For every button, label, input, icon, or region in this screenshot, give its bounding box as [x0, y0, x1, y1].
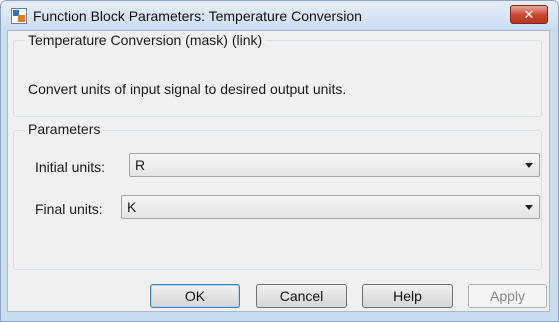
simulink-block-icon [11, 8, 27, 24]
initial-units-label: Initial units: [35, 159, 106, 175]
window-title: Function Block Parameters: Temperature C… [33, 8, 362, 24]
title-bar[interactable]: Function Block Parameters: Temperature C… [1, 1, 558, 31]
ok-button[interactable]: OK [150, 284, 240, 308]
dropdown-arrow-icon[interactable] [525, 163, 533, 168]
block-header: Temperature Conversion (mask) (link) [25, 32, 266, 48]
final-units-select[interactable]: K [121, 195, 540, 219]
cancel-button[interactable]: Cancel [256, 284, 347, 308]
final-units-label: Final units: [35, 201, 103, 217]
initial-units-select[interactable]: R [129, 153, 540, 177]
initial-units-value: R [135, 157, 146, 173]
block-description: Convert units of input signal to desired… [28, 81, 347, 97]
apply-button: Apply [468, 284, 547, 308]
parameters-legend: Parameters [25, 121, 104, 137]
final-units-value: K [127, 199, 137, 215]
close-button[interactable]: ✕ [510, 5, 548, 24]
dropdown-arrow-icon[interactable] [525, 205, 533, 210]
help-button[interactable]: Help [362, 284, 453, 308]
block-description-group [13, 40, 542, 117]
